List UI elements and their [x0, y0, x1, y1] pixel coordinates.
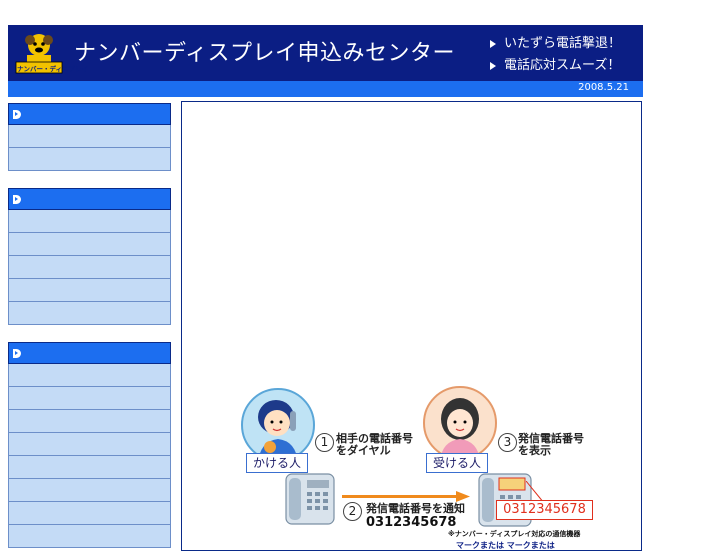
step-3-number: 3 [498, 433, 517, 452]
menu-item[interactable] [8, 433, 171, 456]
menu-item[interactable] [8, 502, 171, 525]
menu-item[interactable] [8, 125, 171, 148]
receiver-illustration [422, 385, 498, 461]
sidebar-menu-1 [8, 103, 171, 171]
bullet-arrow-icon [490, 61, 496, 70]
caller-phone-icon [285, 473, 335, 525]
menu-1-header[interactable] [8, 103, 171, 125]
step-2-text: 発信電話番号を通知 [366, 502, 465, 515]
sidebar-menu-3 [8, 342, 171, 548]
menu-2-header[interactable] [8, 188, 171, 210]
menu-item[interactable] [8, 233, 171, 256]
update-date: 2008.5.21 [578, 82, 629, 93]
tagline-2-text: 電話応対スムーズ！ [504, 58, 621, 73]
date-bar: 2008.5.21 [8, 81, 643, 97]
menu-item[interactable] [8, 364, 171, 387]
caller-illustration [240, 387, 316, 463]
caller-label: かける人 [246, 453, 309, 473]
display-number: 0312345678 [496, 500, 593, 520]
tagline-2: 電話応対スムーズ！ [490, 54, 620, 73]
transmitted-number: 0312345678 [366, 515, 457, 530]
menu-item[interactable] [8, 210, 171, 233]
mark-note: マークまたは マークまたは [456, 541, 555, 550]
arrow-icon [13, 195, 21, 204]
dog-logo-icon[interactable]: ナンバー・ディスプレイ [15, 31, 88, 75]
menu-item[interactable] [8, 302, 171, 325]
menu-item[interactable] [8, 479, 171, 502]
menu-item[interactable] [8, 387, 171, 410]
menu-item[interactable] [8, 456, 171, 479]
menu-3-header[interactable] [8, 342, 171, 364]
menu-item[interactable] [8, 279, 171, 302]
tagline-1-text: いたずら電話撃退！ [504, 36, 622, 51]
sidebar-menu-2 [8, 188, 171, 325]
site-title: ナンバーディスプレイ申込みセンター [74, 41, 455, 66]
main-content: かける人 受ける人 1 相手の電話番号 をダイヤル 3 発信電話番号 を表示 2… [181, 101, 642, 551]
transmit-arrow-icon [342, 488, 470, 502]
arrow-icon [13, 110, 21, 119]
receiver-label: 受ける人 [426, 453, 489, 473]
header-banner: ナンバー・ディスプレイ ナンバーディスプレイ申込みセンター いたずら電話撃退！ … [8, 25, 643, 81]
step-1-text: 相手の電話番号 をダイヤル [336, 432, 413, 457]
compatible-device-note: ※ナンバー・ディスプレイ対応の通信機器 [448, 530, 581, 538]
step-1-number: 1 [315, 433, 334, 452]
arrow-icon [13, 349, 21, 358]
step-3-text: 発信電話番号 を表示 [518, 432, 584, 457]
step-2-number: 2 [343, 502, 362, 521]
bullet-arrow-icon [490, 39, 496, 48]
menu-item[interactable] [8, 410, 171, 433]
menu-item[interactable] [8, 256, 171, 279]
menu-item[interactable] [8, 148, 171, 171]
tagline-1: いたずら電話撃退！ [490, 32, 621, 51]
